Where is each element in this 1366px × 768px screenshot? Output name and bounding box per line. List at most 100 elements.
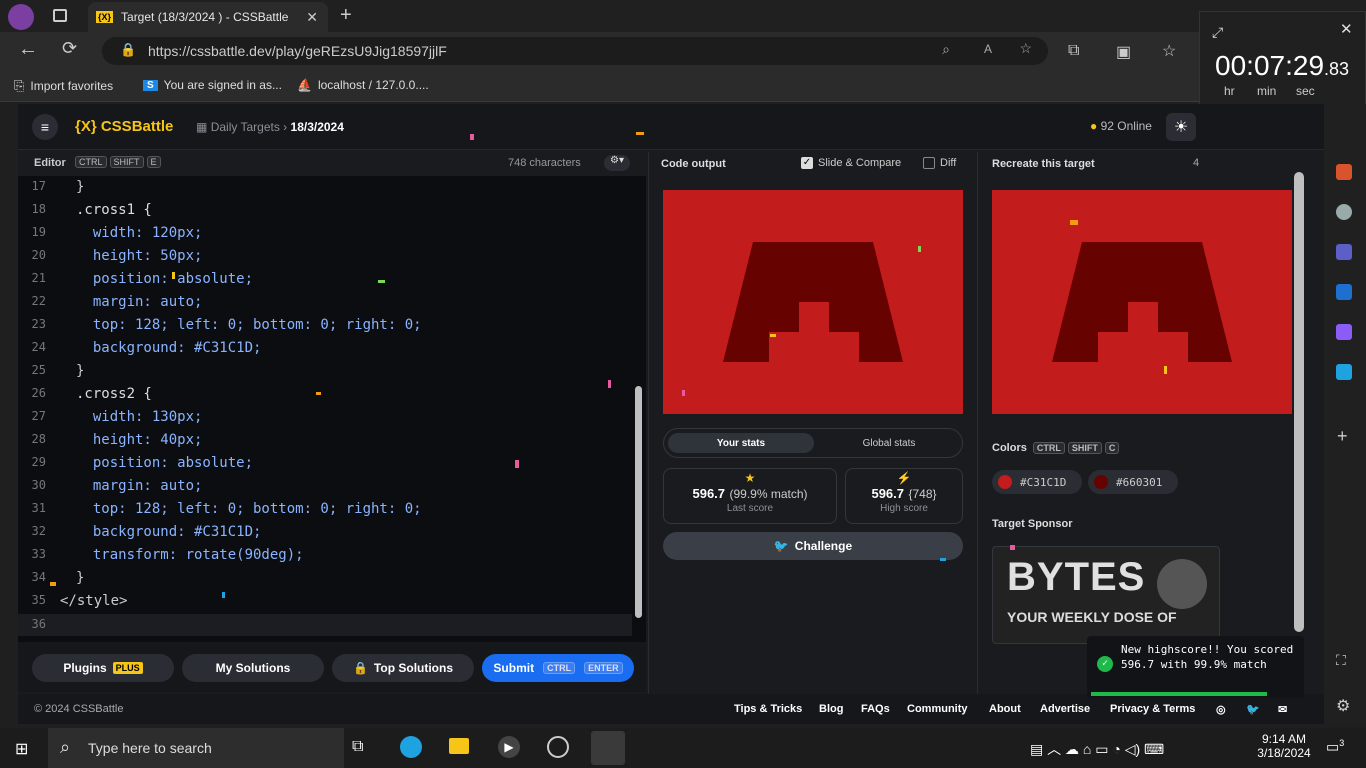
active-app-icon[interactable]: [591, 731, 625, 765]
tab-close-icon[interactable]: ✕: [306, 9, 318, 26]
media-player-icon[interactable]: ▶: [498, 736, 520, 758]
extensions-icon[interactable]: ⧉: [1068, 42, 1079, 60]
online-count: ● 92 Online: [1090, 119, 1152, 133]
footer-link[interactable]: Blog: [819, 703, 843, 715]
output-canvas[interactable]: [663, 190, 963, 414]
system-tray-icons[interactable]: ▤ ︿ ☁ ⌂ ▭ ◔ ◁) ⌨: [1030, 739, 1164, 759]
color-chip-dark[interactable]: #660301: [1088, 470, 1178, 494]
browser-tab-bar: {X} Target (18/3/2024 ) - CSSBattle ✕ +: [0, 0, 1366, 32]
teams-icon[interactable]: [1336, 244, 1352, 260]
footer-link[interactable]: About: [989, 703, 1021, 715]
footer-link[interactable]: Advertise: [1040, 703, 1090, 715]
line-text: position: absolute;: [76, 455, 254, 471]
scroll-thumb[interactable]: [635, 386, 642, 618]
url-field[interactable]: 🔒 https://cssbattle.dev/play/geREzsU9Jig…: [102, 37, 1048, 65]
site-logo[interactable]: {X} CSSBattle: [75, 118, 173, 135]
settings-gear-icon[interactable]: ⚙: [1336, 696, 1350, 716]
line-number: 17: [31, 179, 46, 193]
checkbox-icon[interactable]: [923, 157, 935, 169]
designer-icon[interactable]: [1336, 324, 1352, 340]
sponsor-ad[interactable]: BYTES YOUR WEEKLY DOSE OF: [992, 546, 1220, 644]
favorite-star-icon[interactable]: ☆: [1019, 40, 1032, 57]
split-screen-icon[interactable]: ▣: [1116, 42, 1131, 62]
line-text: height: 50px;: [76, 248, 203, 264]
line-text: background: #C31C1D;: [76, 524, 262, 540]
tab-actions-icon[interactable]: [53, 9, 67, 22]
browser-tab[interactable]: {X} Target (18/3/2024 ) - CSSBattle ✕: [88, 2, 328, 32]
twitter-icon[interactable]: 🐦: [1246, 703, 1260, 716]
my-solutions-button[interactable]: My Solutions: [182, 654, 324, 682]
toast-message: New highscore!! You scored 596.7 with 99…: [1121, 643, 1294, 671]
favorites-icon[interactable]: ☆: [1162, 41, 1176, 61]
zoom-icon[interactable]: ⌕: [942, 41, 950, 58]
notifications-icon[interactable]: ▭3: [1326, 738, 1344, 756]
new-tab-icon[interactable]: +: [340, 4, 352, 27]
settings-gear-icon[interactable]: ⚙▾: [604, 155, 630, 171]
color-chip-red[interactable]: #C31C1D: [992, 470, 1082, 494]
footer-link[interactable]: Privacy & Terms: [1110, 703, 1195, 715]
office-icon[interactable]: [1336, 164, 1352, 180]
high-score-label: High score: [880, 503, 928, 514]
refresh-icon[interactable]: ⟳: [62, 38, 77, 59]
plugins-button[interactable]: Plugins PLUS: [32, 654, 174, 682]
tab-global-stats[interactable]: Global stats: [816, 433, 962, 453]
diff-toggle[interactable]: Diff: [923, 157, 956, 169]
task-view-icon[interactable]: ⧉: [352, 738, 363, 756]
profile-avatar[interactable]: [8, 4, 34, 30]
tab-your-stats[interactable]: Your stats: [668, 433, 814, 453]
timer-close-icon[interactable]: ✕: [1340, 20, 1353, 38]
color-swatch: [1094, 475, 1108, 489]
footer-link[interactable]: Community: [907, 703, 968, 715]
challenge-button[interactable]: 🐦 Challenge: [663, 532, 963, 560]
windows-start-icon[interactable]: ⊞: [15, 739, 28, 759]
footer-link[interactable]: FAQs: [861, 703, 890, 715]
tab-favicon-icon: {X}: [96, 11, 114, 23]
timer-hours: 00: [1215, 50, 1247, 81]
key-c: C: [1104, 442, 1120, 454]
line-number: 23: [31, 317, 46, 331]
page-scrollbar[interactable]: [1294, 172, 1304, 632]
expand-icon[interactable]: ⤢: [1212, 24, 1223, 41]
slide-compare-toggle[interactable]: ✓ Slide & Compare: [801, 157, 901, 169]
line-number: 34: [31, 570, 46, 584]
add-icon[interactable]: +: [1337, 426, 1348, 447]
fav-signed-in[interactable]: S You are signed in as...: [143, 78, 282, 92]
mail-icon[interactable]: ✉: [1278, 703, 1287, 716]
clock-time: 9:14 AM: [1261, 732, 1307, 746]
key-ctrl: CTRL: [543, 662, 576, 674]
read-aloud-icon[interactable]: A: [984, 42, 992, 56]
breadcrumb-parent[interactable]: Daily Targets: [211, 120, 280, 134]
search-placeholder: Type here to search: [88, 740, 212, 756]
footer-link[interactable]: Tips & Tricks: [734, 703, 802, 715]
discord-icon[interactable]: ◎: [1216, 703, 1226, 716]
menu-button[interactable]: ≡: [32, 114, 58, 140]
check-icon: ✓: [1097, 656, 1113, 672]
taskbar-search[interactable]: ⌕ Type here to search: [48, 728, 344, 768]
sponsor-title: Target Sponsor: [992, 518, 1073, 530]
theme-toggle-button[interactable]: ☀: [1166, 113, 1196, 141]
back-icon[interactable]: ←: [18, 38, 38, 61]
line-text: .cross2 {: [76, 386, 152, 402]
editor-scrollbar[interactable]: [632, 176, 646, 642]
fav-import[interactable]: ⎘ Import favorites: [14, 78, 113, 94]
line-number: 24: [31, 340, 46, 354]
high-score-card: ⚡ 596.7 {748} High score: [845, 468, 963, 524]
file-explorer-icon[interactable]: [449, 738, 469, 754]
code-area[interactable]: 17} 18 .cross1 { 19 width: 120px; 20 heig…: [18, 176, 632, 642]
top-solutions-button[interactable]: 🔒 Top Solutions: [332, 654, 474, 682]
submit-button[interactable]: Submit CTRL ENTER: [482, 654, 634, 682]
chatgpt-icon[interactable]: [547, 736, 569, 758]
fav-localhost[interactable]: ⛵ localhost / 127.0.0....: [297, 78, 429, 92]
lock-icon: 🔒: [120, 42, 137, 57]
target-canvas[interactable]: [992, 190, 1292, 414]
last-score-value: 596.7: [692, 486, 726, 501]
drop-icon[interactable]: [1336, 364, 1352, 380]
edge-icon[interactable]: [400, 736, 422, 758]
checkbox-checked-icon[interactable]: ✓: [801, 157, 813, 169]
tab-title: Target (18/3/2024 ) - CSSBattle: [121, 10, 289, 24]
outlook-icon[interactable]: [1336, 284, 1352, 300]
screenshot-icon[interactable]: ⛶: [1336, 652, 1346, 669]
sponsor-mascot-icon: [1157, 559, 1207, 609]
clock[interactable]: 9:14 AM 3/18/2024: [1256, 732, 1312, 760]
people-icon[interactable]: [1336, 204, 1352, 220]
